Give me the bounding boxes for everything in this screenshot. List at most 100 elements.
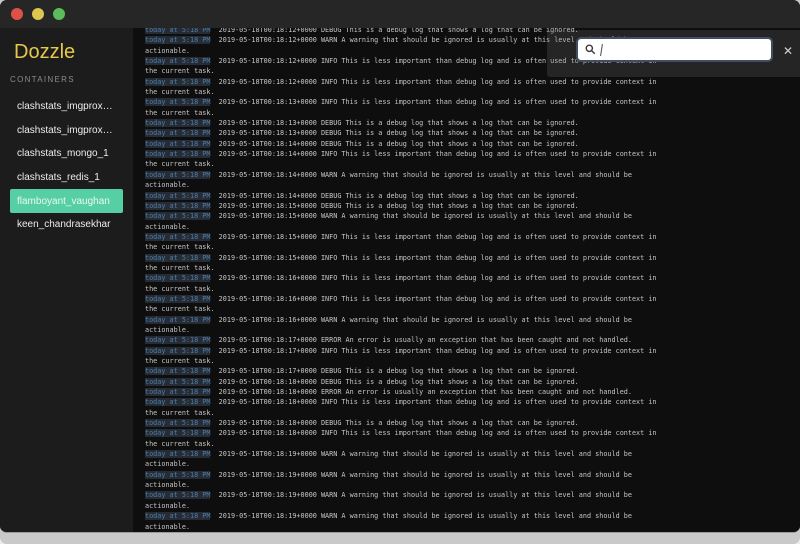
log-date-badge: today at 5:18 PM bbox=[145, 140, 210, 148]
log-date-badge: today at 5:18 PM bbox=[145, 316, 210, 324]
log-line: today at 5:18 PM 2019-05-18T00:18:13+000… bbox=[145, 97, 800, 107]
log-text: 2019-05-18T00:18:18+0000 INFO This is le… bbox=[210, 398, 656, 406]
sidebar-item-clashstats_imgprox[interactable]: clashstats_imgprox… bbox=[0, 95, 133, 119]
log-pane[interactable]: today at 5:18 PM 2019-05-18T00:18:12+000… bbox=[133, 28, 800, 532]
sidebar-item-clashstats_redis_1[interactable]: clashstats_redis_1 bbox=[0, 166, 133, 190]
log-line-wrap: actionable. bbox=[145, 222, 800, 232]
minimize-button[interactable] bbox=[32, 8, 44, 20]
log-text: 2019-05-18T00:18:16+0000 INFO This is le… bbox=[210, 295, 656, 303]
log-line: today at 5:18 PM 2019-05-18T00:18:17+000… bbox=[145, 366, 800, 376]
log-entry: today at 5:18 PM 2019-05-18T00:18:18+000… bbox=[145, 397, 800, 418]
log-line: today at 5:18 PM 2019-05-18T00:18:18+000… bbox=[145, 428, 800, 438]
search-overlay: ✕ bbox=[547, 30, 800, 77]
log-entry: today at 5:18 PM 2019-05-18T00:18:14+000… bbox=[145, 149, 800, 170]
log-entry: today at 5:18 PM 2019-05-18T00:18:17+000… bbox=[145, 346, 800, 367]
log-entry: today at 5:18 PM 2019-05-18T00:18:19+000… bbox=[145, 470, 800, 491]
log-date-badge: today at 5:18 PM bbox=[145, 202, 210, 210]
container-list: clashstats_imgprox…clashstats_imgprox…cl… bbox=[0, 95, 133, 237]
log-line-wrap: actionable. bbox=[145, 501, 800, 511]
log-line-wrap: the current task. bbox=[145, 304, 800, 314]
containers-section-label: CONTAINERS bbox=[0, 64, 133, 84]
log-text: 2019-05-18T00:18:12+0000 DEBUG This is a… bbox=[210, 28, 578, 34]
maximize-button[interactable] bbox=[53, 8, 65, 20]
log-text: 2019-05-18T00:18:16+0000 INFO This is le… bbox=[210, 274, 656, 282]
log-date-badge: today at 5:18 PM bbox=[145, 336, 210, 344]
log-date-badge: today at 5:18 PM bbox=[145, 98, 210, 106]
window-titlebar bbox=[0, 0, 800, 28]
log-text: 2019-05-18T00:18:17+0000 INFO This is le… bbox=[210, 347, 656, 355]
window-bottom-edge bbox=[0, 533, 800, 544]
log-entry: today at 5:18 PM 2019-05-18T00:18:13+000… bbox=[145, 97, 800, 118]
log-date-badge: today at 5:18 PM bbox=[145, 491, 210, 499]
log-entry: today at 5:18 PM 2019-05-18T00:18:15+000… bbox=[145, 253, 800, 274]
sidebar-item-clashstats_mongo_1[interactable]: clashstats_mongo_1 bbox=[0, 142, 133, 166]
search-box[interactable] bbox=[576, 37, 773, 62]
log-text: 2019-05-18T00:18:15+0000 INFO This is le… bbox=[210, 254, 656, 262]
log-date-badge: today at 5:18 PM bbox=[145, 28, 210, 34]
log-entry: today at 5:18 PM 2019-05-18T00:18:16+000… bbox=[145, 273, 800, 294]
log-entry: today at 5:18 PM 2019-05-18T00:18:12+000… bbox=[145, 77, 800, 98]
log-text: 2019-05-18T00:18:18+0000 INFO This is le… bbox=[210, 429, 656, 437]
log-text: 2019-05-18T00:18:14+0000 WARN A warning … bbox=[210, 171, 631, 179]
log-entry: today at 5:18 PM 2019-05-18T00:18:19+000… bbox=[145, 449, 800, 470]
log-line: today at 5:18 PM 2019-05-18T00:18:15+000… bbox=[145, 253, 800, 263]
log-date-badge: today at 5:18 PM bbox=[145, 388, 210, 396]
log-line-wrap: actionable. bbox=[145, 180, 800, 190]
log-entry: today at 5:18 PM 2019-05-18T00:18:18+000… bbox=[145, 377, 800, 387]
log-line-wrap: the current task. bbox=[145, 439, 800, 449]
log-text: 2019-05-18T00:18:17+0000 ERROR An error … bbox=[210, 336, 631, 344]
log-date-badge: today at 5:18 PM bbox=[145, 274, 210, 282]
log-line-wrap: the current task. bbox=[145, 159, 800, 169]
log-stream: today at 5:18 PM 2019-05-18T00:18:12+000… bbox=[145, 28, 800, 532]
log-date-badge: today at 5:18 PM bbox=[145, 78, 210, 86]
log-text: 2019-05-18T00:18:15+0000 WARN A warning … bbox=[210, 212, 631, 220]
log-line: today at 5:18 PM 2019-05-18T00:18:13+000… bbox=[145, 128, 800, 138]
log-entry: today at 5:18 PM 2019-05-18T00:18:14+000… bbox=[145, 191, 800, 201]
log-line: today at 5:18 PM 2019-05-18T00:18:14+000… bbox=[145, 149, 800, 159]
log-text: 2019-05-18T00:18:19+0000 WARN A warning … bbox=[210, 491, 631, 499]
log-line: today at 5:18 PM 2019-05-18T00:18:15+000… bbox=[145, 201, 800, 211]
log-entry: today at 5:18 PM 2019-05-18T00:18:18+000… bbox=[145, 418, 800, 428]
log-entry: today at 5:18 PM 2019-05-18T00:18:15+000… bbox=[145, 201, 800, 211]
sidebar-item-flamboyant_vaughan[interactable]: flamboyant_vaughan bbox=[10, 189, 123, 213]
log-line: today at 5:18 PM 2019-05-18T00:18:17+000… bbox=[145, 346, 800, 356]
log-entry: today at 5:18 PM 2019-05-18T00:18:16+000… bbox=[145, 315, 800, 336]
sidebar-item-keen_chandrasekhar[interactable]: keen_chandrasekhar bbox=[0, 213, 133, 237]
log-date-badge: today at 5:18 PM bbox=[145, 171, 210, 179]
text-cursor bbox=[600, 43, 603, 55]
log-entry: today at 5:18 PM 2019-05-18T00:18:18+000… bbox=[145, 387, 800, 397]
log-date-badge: today at 5:18 PM bbox=[145, 295, 210, 303]
log-date-badge: today at 5:18 PM bbox=[145, 150, 210, 158]
search-input[interactable] bbox=[607, 44, 771, 55]
log-line: today at 5:18 PM 2019-05-18T00:18:14+000… bbox=[145, 139, 800, 149]
log-line-wrap: actionable. bbox=[145, 480, 800, 490]
log-line: today at 5:18 PM 2019-05-18T00:18:18+000… bbox=[145, 418, 800, 428]
sidebar-item-clashstats_imgprox[interactable]: clashstats_imgprox… bbox=[0, 119, 133, 143]
log-line-wrap: actionable. bbox=[145, 325, 800, 335]
log-text: 2019-05-18T00:18:15+0000 INFO This is le… bbox=[210, 233, 656, 241]
search-close-icon[interactable]: ✕ bbox=[783, 45, 793, 57]
close-button[interactable] bbox=[11, 8, 23, 20]
log-entry: today at 5:18 PM 2019-05-18T00:18:19+000… bbox=[145, 490, 800, 511]
log-text: 2019-05-18T00:18:18+0000 DEBUG This is a… bbox=[210, 419, 578, 427]
app-body: Dozzle CONTAINERS clashstats_imgprox…cla… bbox=[0, 28, 800, 532]
log-line: today at 5:18 PM 2019-05-18T00:18:16+000… bbox=[145, 294, 800, 304]
log-date-badge: today at 5:18 PM bbox=[145, 378, 210, 386]
log-date-badge: today at 5:18 PM bbox=[145, 192, 210, 200]
log-line: today at 5:18 PM 2019-05-18T00:18:19+000… bbox=[145, 470, 800, 480]
log-text: 2019-05-18T00:18:13+0000 DEBUG This is a… bbox=[210, 119, 578, 127]
log-line-wrap: the current task. bbox=[145, 356, 800, 366]
log-date-badge: today at 5:18 PM bbox=[145, 57, 210, 65]
log-line: today at 5:18 PM 2019-05-18T00:18:18+000… bbox=[145, 387, 800, 397]
log-line-wrap: actionable. bbox=[145, 522, 800, 532]
log-line: today at 5:18 PM 2019-05-18T00:18:16+000… bbox=[145, 273, 800, 283]
log-line: today at 5:18 PM 2019-05-18T00:18:15+000… bbox=[145, 211, 800, 221]
log-line: today at 5:18 PM 2019-05-18T00:18:16+000… bbox=[145, 315, 800, 325]
log-line: today at 5:18 PM 2019-05-18T00:18:19+000… bbox=[145, 490, 800, 500]
log-date-badge: today at 5:18 PM bbox=[145, 129, 210, 137]
app-window: Dozzle CONTAINERS clashstats_imgprox…cla… bbox=[0, 0, 800, 544]
log-line: today at 5:18 PM 2019-05-18T00:18:19+000… bbox=[145, 449, 800, 459]
log-entry: today at 5:18 PM 2019-05-18T00:18:15+000… bbox=[145, 232, 800, 253]
log-date-badge: today at 5:18 PM bbox=[145, 512, 210, 520]
log-line: today at 5:18 PM 2019-05-18T00:18:13+000… bbox=[145, 118, 800, 128]
